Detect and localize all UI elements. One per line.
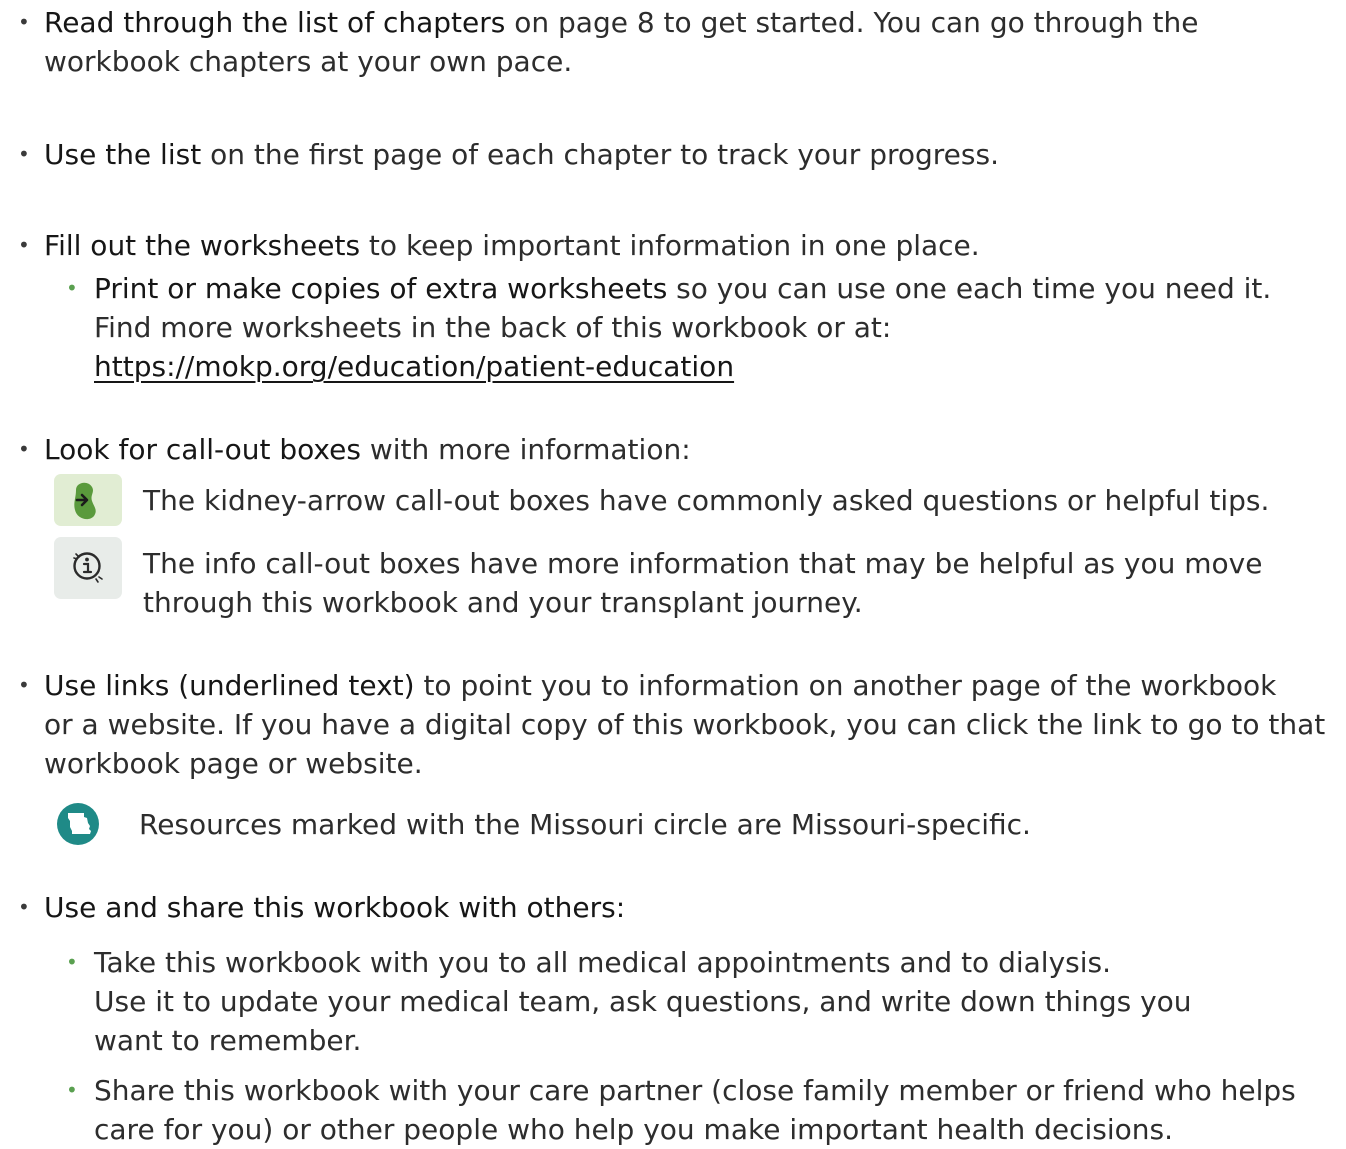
worksheets-rest: to keep important information in one pla… xyxy=(360,229,980,262)
worksheets-strong: Fill out the worksheets xyxy=(44,229,361,262)
list-strong: Use the list xyxy=(44,138,202,171)
callouts-strong: Look for call-out boxes xyxy=(44,433,361,466)
chapters-strong: Read through the list of chapters xyxy=(44,6,506,39)
bullet-worksheets: Fill out the worksheets to keep importan… xyxy=(0,226,1346,265)
info-icon xyxy=(54,537,122,599)
missouri-circle-icon xyxy=(55,801,101,857)
bullet-list: Use the list on the first page of each c… xyxy=(0,135,1346,174)
callouts-rest: with more information: xyxy=(360,433,691,466)
links-line2: or a website. If you have a digital copy… xyxy=(44,708,1326,741)
chapters-rest: on page 8 to get started. You can go thr… xyxy=(505,6,1199,39)
sub-bullet-take: Take this workbook with you to all medic… xyxy=(0,943,1346,1060)
links-rest: to point you to information on another p… xyxy=(414,669,1277,702)
print-strong: Print or make copies of extra worksheets xyxy=(94,272,668,305)
print-rest: so you can use one each time you need it… xyxy=(667,272,1272,305)
sub-bullet-print: Print or make copies of extra worksheets… xyxy=(0,269,1346,386)
bullet-share: Use and share this workbook with others: xyxy=(0,888,1346,927)
share-strong: Use and share this workbook with others: xyxy=(44,891,626,924)
workbook-page: Read through the list of chapters on pag… xyxy=(0,0,1346,1146)
patient-education-link[interactable]: https://mokp.org/education/patient-educa… xyxy=(94,350,734,383)
sub-bullet-share-partner: Share this workbook with your care partn… xyxy=(0,1071,1346,1149)
partner-line1: Share this workbook with your care partn… xyxy=(94,1074,1296,1107)
missouri-callout-text: Resources marked with the Missouri circl… xyxy=(139,808,1031,841)
bullet-callouts: Look for call-out boxes with more inform… xyxy=(0,430,1346,469)
info-line2: through this workbook and your transplan… xyxy=(143,586,863,619)
bullet-chapters: Read through the list of chapters on pag… xyxy=(0,3,1346,81)
kidney-arrow-icon xyxy=(54,474,122,526)
partner-line2: care for you) or other people who help y… xyxy=(94,1113,1173,1146)
chapters-line2: workbook chapters at your own pace. xyxy=(44,45,573,78)
list-rest: on the first page of each chapter to tra… xyxy=(201,138,999,171)
take-line2: Use it to update your medical team, ask … xyxy=(94,985,1192,1018)
take-line3: want to remember. xyxy=(94,1024,362,1057)
info-callout-text: The info call-out boxes have more inform… xyxy=(143,544,1343,622)
take-line1: Take this workbook with you to all medic… xyxy=(94,946,1111,979)
kidney-callout-text: The kidney-arrow call-out boxes have com… xyxy=(143,484,1270,517)
links-strong: Use links (underlined text) xyxy=(44,669,415,702)
info-line1: The info call-out boxes have more inform… xyxy=(143,547,1263,580)
bullet-links: Use links (underlined text) to point you… xyxy=(0,666,1346,783)
print-line2: Find more worksheets in the back of this… xyxy=(94,311,892,344)
links-line3: workbook page or website. xyxy=(44,747,423,780)
